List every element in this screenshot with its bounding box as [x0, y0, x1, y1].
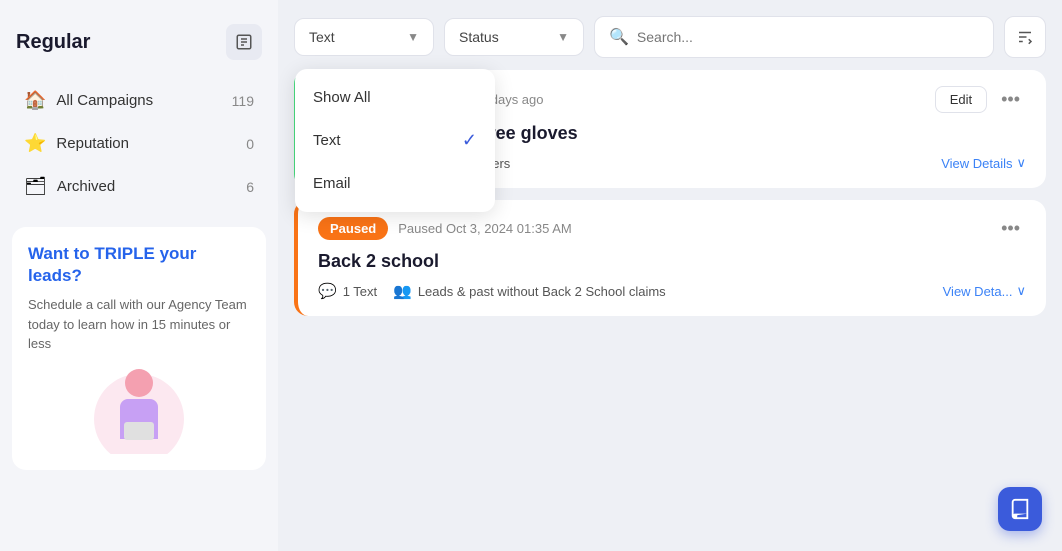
- dropdown-email[interactable]: Email: [295, 163, 495, 204]
- type-dropdown: Show All Text ✓ Email: [295, 69, 495, 212]
- archived-label: Archived: [57, 178, 115, 195]
- reputation-count: 0: [246, 136, 254, 152]
- meta-text-count-2: 💬 1 Text: [318, 282, 377, 300]
- campaign-icon: [235, 33, 253, 51]
- all-campaigns-count: 119: [232, 93, 254, 109]
- sidebar-title: Regular: [16, 31, 90, 54]
- more-button-2[interactable]: •••: [995, 216, 1026, 241]
- lady-laptop: [124, 422, 154, 440]
- dropdown-text[interactable]: Text ✓: [295, 118, 495, 163]
- chevron-down-icon: ▼: [407, 30, 419, 44]
- chevron-up-icon-1: ∨: [1016, 155, 1026, 171]
- search-icon: 🔍: [609, 27, 629, 47]
- promo-heading-pre: Want to: [28, 244, 94, 263]
- view-details-label-2: View Deta...: [943, 284, 1013, 299]
- campaign-header-2: Paused Paused Oct 3, 2024 01:35 AM •••: [318, 216, 1026, 241]
- check-icon: ✓: [462, 130, 477, 151]
- home-icon: 🏠: [24, 90, 46, 111]
- reputation-label: Reputation: [56, 135, 129, 152]
- sort-icon: [1016, 28, 1034, 46]
- type-filter[interactable]: Text ▼ Show All Text ✓ Email: [294, 18, 434, 56]
- campaign-actions-1: Edit •••: [935, 86, 1026, 113]
- sort-button[interactable]: [1004, 16, 1046, 58]
- help-button[interactable]: [998, 487, 1042, 531]
- lady-head: [125, 369, 153, 397]
- sidebar-nav: 🏠 All Campaigns 119 ⭐ Reputation 0 🗂 Arc…: [12, 80, 266, 207]
- campaign-meta-2: 💬 1 Text 👥 Leads & past without Back 2 S…: [318, 282, 1026, 300]
- people-icon-2: 👥: [393, 282, 412, 300]
- archive-icon: 🗂: [24, 176, 47, 197]
- promo-title: Want to TRIPLE your leads?: [28, 243, 250, 287]
- meta-audience-2: 👥 Leads & past without Back 2 School cla…: [393, 282, 666, 300]
- main-content: Text ▼ Show All Text ✓ Email Status ▼: [278, 0, 1062, 551]
- view-details-label-1: View Details: [941, 156, 1012, 171]
- edit-button-1[interactable]: Edit: [935, 86, 987, 113]
- type-filter-label: Text: [309, 29, 335, 45]
- sidebar-item-reputation[interactable]: ⭐ Reputation 0: [12, 123, 266, 164]
- status-filter-label: Status: [459, 29, 499, 45]
- chevron-up-icon-2: ∨: [1016, 283, 1026, 299]
- lady-torso: [120, 399, 158, 439]
- book-icon: [1009, 498, 1031, 520]
- toolbar: Text ▼ Show All Text ✓ Email Status ▼: [294, 16, 1046, 58]
- sidebar-header: Regular: [12, 16, 266, 68]
- promo-illustration: [28, 364, 250, 454]
- email-label: Email: [313, 175, 351, 192]
- sidebar-item-archived[interactable]: 🗂 Archived 6: [12, 166, 266, 207]
- chat-icon-2: 💬: [318, 282, 337, 300]
- show-all-label: Show All: [313, 89, 371, 106]
- status-chevron-down-icon: ▼: [557, 30, 569, 44]
- promo-figure: [109, 369, 169, 454]
- sidebar-item-all-campaigns[interactable]: 🏠 All Campaigns 119: [12, 80, 266, 121]
- star-icon: ⭐: [24, 133, 46, 154]
- promo-body: Schedule a call with our Agency Team tod…: [28, 295, 250, 354]
- status-filter[interactable]: Status ▼: [444, 18, 584, 56]
- dropdown-show-all[interactable]: Show All: [295, 77, 495, 118]
- meta-count-2: 1 Text: [343, 284, 377, 299]
- campaign-time-2: Paused Oct 3, 2024 01:35 AM: [398, 221, 571, 236]
- view-details-2[interactable]: View Deta... ∨: [943, 283, 1026, 299]
- view-details-1[interactable]: View Details ∨: [941, 155, 1026, 171]
- text-label: Text: [313, 132, 341, 149]
- meta-audience-label-2: Leads & past without Back 2 School claim…: [418, 284, 666, 299]
- promo-heading-highlight: TRIPLE your: [94, 244, 196, 263]
- archived-count: 6: [246, 179, 254, 195]
- campaign-card-2: Paused Paused Oct 3, 2024 01:35 AM ••• B…: [294, 200, 1046, 316]
- search-bar: 🔍: [594, 16, 994, 58]
- promo-card: Want to TRIPLE your leads? Schedule a ca…: [12, 227, 266, 470]
- all-campaigns-label: All Campaigns: [56, 92, 153, 109]
- campaign-title-2: Back 2 school: [318, 251, 1026, 272]
- search-input[interactable]: [637, 29, 979, 45]
- status-badge-paused: Paused: [318, 217, 388, 240]
- sidebar-campaign-icon-button[interactable]: [226, 24, 262, 60]
- sidebar: Regular 🏠 All Campaigns 119 ⭐ Reputation…: [0, 0, 278, 551]
- promo-heading-post: leads?: [28, 266, 82, 285]
- more-button-1[interactable]: •••: [995, 87, 1026, 112]
- campaign-actions-2: •••: [995, 216, 1026, 241]
